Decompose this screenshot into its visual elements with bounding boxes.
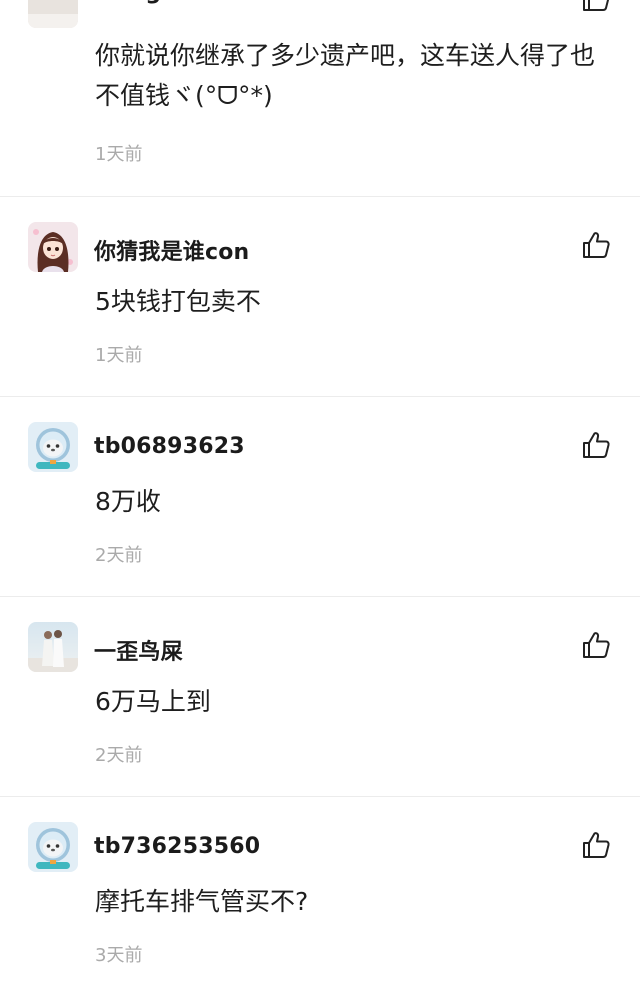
comment-time: 3天前 bbox=[95, 945, 143, 966]
comment-time: 2天前 bbox=[95, 545, 143, 566]
comment-username[interactable]: tb736253560 bbox=[94, 834, 260, 859]
user-avatar[interactable] bbox=[28, 222, 78, 272]
comment-text: 8万收 bbox=[95, 487, 161, 516]
couple-photo-avatar-icon bbox=[28, 622, 78, 672]
comment-item: 一歪鸟屎 6万马上到 2天前 bbox=[0, 597, 640, 797]
comment-username[interactable]: 你猜我是谁con bbox=[94, 234, 249, 266]
thumbs-up-icon[interactable] bbox=[580, 0, 612, 14]
comment-item: tb736253560 摩托车排气管买不? 3天前 bbox=[0, 797, 640, 987]
user-avatar[interactable] bbox=[28, 622, 78, 672]
comment-time: 1天前 bbox=[95, 345, 143, 366]
user-avatar[interactable] bbox=[28, 822, 78, 872]
comment-username[interactable]: tb06893623 bbox=[94, 434, 245, 459]
thumbs-up-icon[interactable] bbox=[580, 629, 612, 661]
thumbs-up-icon[interactable] bbox=[580, 429, 612, 461]
comment-text: 摩托车排气管买不? bbox=[95, 887, 309, 916]
comment-time: 1天前 bbox=[95, 144, 143, 165]
comment-text: 6万马上到 bbox=[95, 687, 211, 716]
comment-item: wangwen790220 你就说你继承了多少遗产吧，这车送人得了也不值钱ヾ(°… bbox=[0, 0, 640, 197]
comment-text: 5块钱打包卖不 bbox=[95, 287, 261, 316]
thumbs-up-icon[interactable] bbox=[580, 229, 612, 261]
user-avatar[interactable] bbox=[28, 0, 78, 28]
seal-astronaut-avatar-icon bbox=[28, 822, 78, 872]
seal-astronaut-avatar-icon bbox=[28, 422, 78, 472]
anime-girl-avatar-icon bbox=[28, 222, 78, 272]
comment-username[interactable]: wangwen790220 bbox=[94, 0, 306, 5]
comment-item: 你猜我是谁con 5块钱打包卖不 1天前 bbox=[0, 197, 640, 397]
user-avatar[interactable] bbox=[28, 422, 78, 472]
comment-username[interactable]: 一歪鸟屎 bbox=[94, 634, 183, 666]
comment-time: 2天前 bbox=[95, 745, 143, 766]
comment-item: tb06893623 8万收 2天前 bbox=[0, 397, 640, 597]
thumbs-up-icon[interactable] bbox=[580, 829, 612, 861]
comment-text: 你就说你继承了多少遗产吧，这车送人得了也不值钱ヾ(°ᗜ°*) bbox=[95, 41, 596, 110]
cropped-avatar-icon bbox=[28, 0, 78, 28]
